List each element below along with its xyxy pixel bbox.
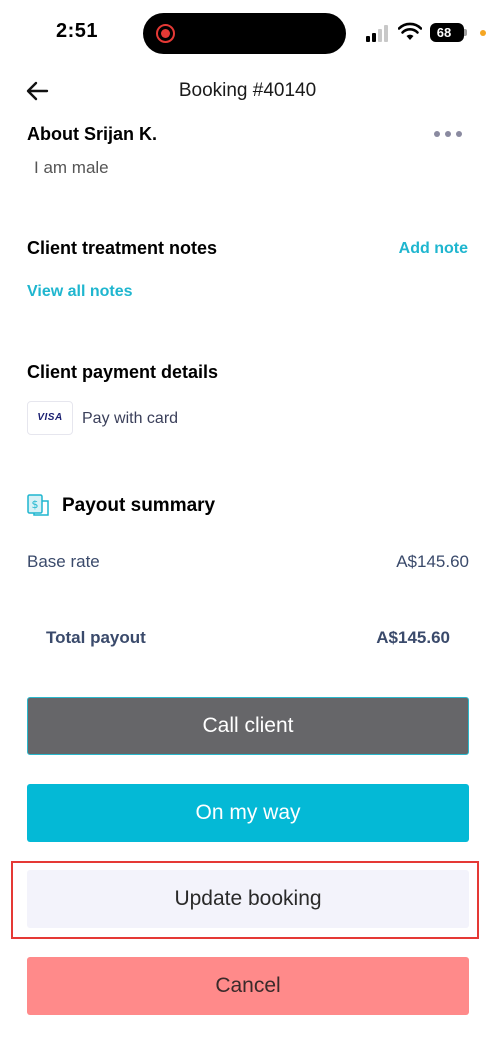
notes-title: Client treatment notes	[27, 238, 218, 258]
signal-icon	[366, 24, 392, 42]
record-icon	[156, 24, 175, 43]
battery-level: 68	[436, 25, 452, 40]
svg-text:$: $	[32, 498, 39, 511]
battery-icon: 68	[430, 23, 467, 42]
visa-card-icon: VISA	[27, 401, 73, 435]
status-bar: 2:51 68	[0, 0, 495, 66]
base-rate-value: A$145.60	[396, 552, 469, 571]
base-rate-label: Base rate	[27, 552, 100, 571]
cancel-button[interactable]: Cancel	[27, 957, 469, 1015]
more-dots-icon[interactable]	[430, 124, 466, 144]
highlight-frame	[11, 861, 479, 939]
wifi-icon	[398, 22, 422, 40]
payout-title: Payout summary	[62, 495, 216, 516]
on-my-way-button[interactable]: On my way	[27, 784, 469, 842]
total-payout-value: A$145.60	[376, 628, 450, 647]
about-text: I am male	[34, 158, 109, 177]
payout-icon: $	[27, 494, 49, 516]
total-payout-label: Total payout	[46, 628, 146, 647]
page-title: Booking #40140	[178, 80, 317, 101]
card-brand: VISA	[37, 412, 63, 423]
view-all-notes-link[interactable]: View all notes	[27, 283, 133, 301]
call-client-button[interactable]: Call client	[27, 697, 469, 755]
status-time: 2:51	[56, 20, 99, 42]
payment-method: Pay with card	[82, 410, 179, 427]
dynamic-island	[143, 13, 346, 54]
privacy-indicator	[480, 30, 486, 36]
about-title: About Srijan K.	[27, 124, 157, 144]
payment-title: Client payment details	[27, 362, 219, 382]
add-note-link[interactable]: Add note	[399, 240, 468, 258]
